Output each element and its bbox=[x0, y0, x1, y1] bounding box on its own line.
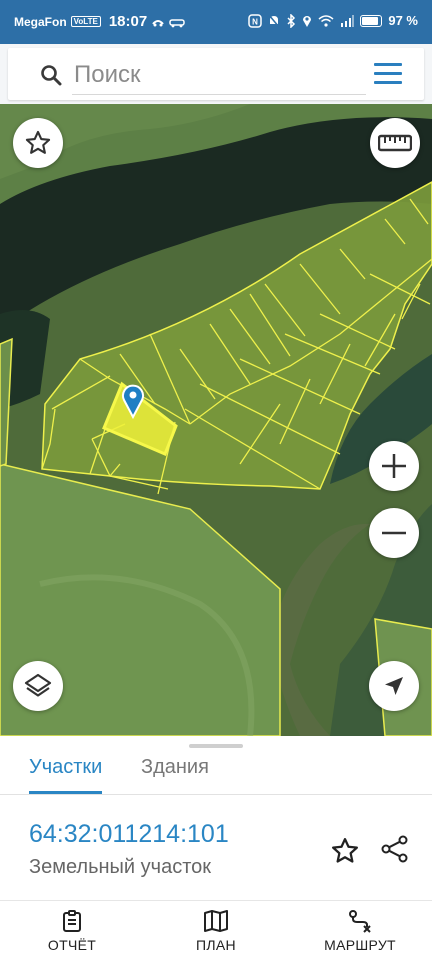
favorites-icon bbox=[25, 130, 51, 154]
nav-plan[interactable]: ПЛАН bbox=[156, 909, 276, 953]
mute-icon bbox=[268, 14, 280, 27]
nfc-icon: N bbox=[248, 13, 263, 28]
status-bar: MegaFon VoLTE 18:07 N 97 % bbox=[0, 0, 432, 44]
layers-icon bbox=[24, 673, 52, 697]
parcel-type: Земельный участок bbox=[29, 856, 212, 878]
tab-parcels[interactable]: Участки bbox=[29, 756, 103, 794]
ruler-icon bbox=[378, 134, 412, 152]
zoom-in-button[interactable] bbox=[369, 441, 419, 491]
zoom-out-icon bbox=[382, 531, 406, 535]
bluetooth-icon bbox=[287, 13, 296, 28]
ruler-button[interactable] bbox=[370, 118, 420, 168]
cadastral-number[interactable]: 64:32:011214:101 bbox=[29, 820, 229, 849]
svg-text:N: N bbox=[252, 17, 258, 26]
volte-badge: VoLTE bbox=[70, 16, 101, 27]
nav-report[interactable]: ОТЧЁТ bbox=[12, 909, 132, 953]
locate-button[interactable] bbox=[369, 661, 419, 711]
wifi-icon bbox=[318, 14, 334, 27]
report-icon bbox=[63, 910, 81, 932]
nav-plan-label: ПЛАН bbox=[196, 937, 236, 953]
favorite-star-icon[interactable] bbox=[330, 836, 360, 866]
clock: 18:07 bbox=[108, 13, 148, 30]
zoom-out-button[interactable] bbox=[369, 508, 419, 558]
tab-bar: Участки Здания bbox=[0, 750, 432, 795]
zoom-in-icon bbox=[382, 454, 406, 478]
locate-icon bbox=[385, 677, 403, 695]
carrier-name: MegaFon bbox=[14, 14, 67, 29]
map-plan-icon bbox=[204, 910, 228, 932]
bottom-navigation: ОТЧЁТ ПЛАН МАРШРУТ bbox=[0, 900, 432, 961]
battery-percent: 97 % bbox=[388, 13, 418, 28]
signal-icon bbox=[341, 14, 355, 27]
nav-route[interactable]: МАРШРУТ bbox=[300, 909, 420, 953]
search-input[interactable] bbox=[72, 56, 366, 95]
favorites-button[interactable] bbox=[13, 118, 63, 168]
search-bar bbox=[0, 44, 432, 104]
satellite-map[interactable] bbox=[0, 104, 432, 736]
map-view[interactable] bbox=[0, 104, 432, 736]
nav-route-label: МАРШРУТ bbox=[324, 937, 396, 953]
tab-buildings[interactable]: Здания bbox=[141, 756, 209, 779]
notification-icon bbox=[152, 19, 164, 26]
search-icon[interactable] bbox=[40, 64, 62, 86]
car-icon bbox=[169, 18, 185, 27]
route-icon bbox=[349, 910, 371, 933]
nav-report-label: ОТЧЁТ bbox=[47, 937, 97, 953]
share-icon[interactable] bbox=[380, 834, 410, 864]
battery-icon bbox=[360, 14, 383, 27]
bottom-sheet: Участки Здания 64:32:011214:101 Земельны… bbox=[0, 736, 432, 960]
menu-icon[interactable] bbox=[374, 63, 402, 85]
layers-button[interactable] bbox=[13, 661, 63, 711]
location-icon bbox=[303, 15, 312, 27]
search-box bbox=[8, 48, 424, 100]
drag-handle[interactable] bbox=[189, 744, 243, 748]
